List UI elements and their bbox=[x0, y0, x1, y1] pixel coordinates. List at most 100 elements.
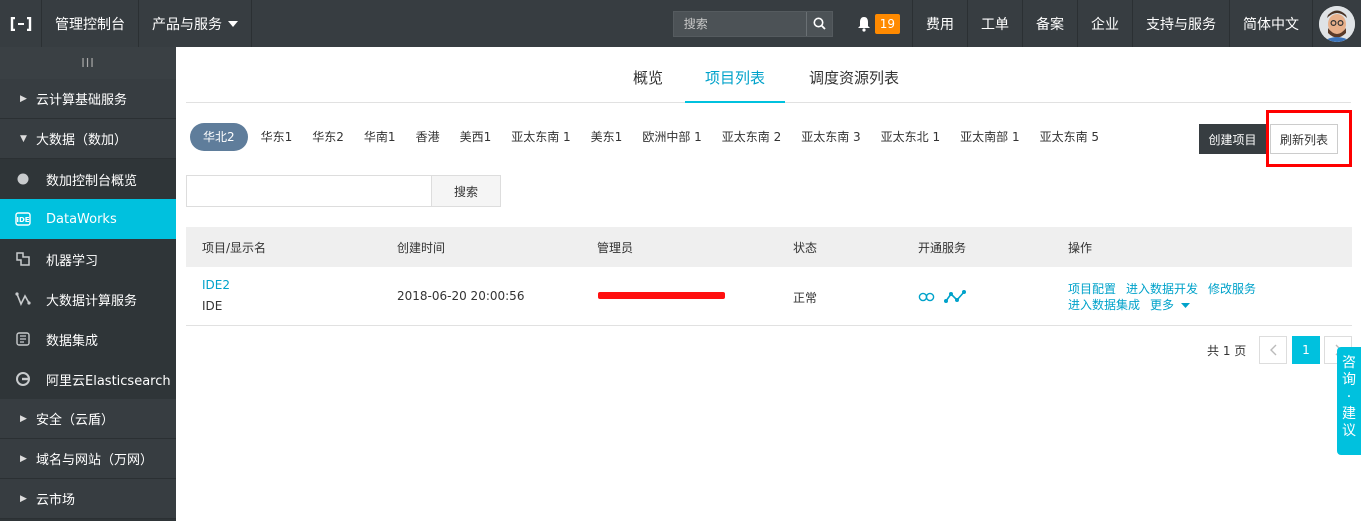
enter-data-integration-link[interactable]: 进入数据集成 bbox=[1068, 296, 1140, 313]
caret-right-icon: ▶ bbox=[20, 453, 27, 464]
consult-char: 议 bbox=[1342, 423, 1356, 439]
enter-data-dev-link[interactable]: 进入数据开发 bbox=[1126, 280, 1198, 297]
consult-char: · bbox=[1346, 389, 1352, 405]
region-tab[interactable]: 亚太东南 2 bbox=[712, 123, 791, 151]
region-tab[interactable]: 亚太南部 1 bbox=[950, 123, 1029, 151]
column-header-admin: 管理员 bbox=[597, 241, 634, 255]
sidebar-item-label: 机器学习 bbox=[46, 253, 99, 269]
global-search-input[interactable] bbox=[673, 11, 806, 36]
tab-project-list[interactable]: 项目列表 bbox=[685, 67, 786, 103]
products-menu[interactable]: 产品与服务 bbox=[139, 0, 252, 47]
project-search-button[interactable]: 搜索 bbox=[431, 175, 501, 207]
table-header: 项目/显示名 创建时间 管理员 状态 开通服务 操作 bbox=[186, 227, 1352, 267]
sidebar-group-security[interactable]: ▶ 安全（云盾） bbox=[0, 399, 176, 439]
region-tab[interactable]: 亚太东南 1 bbox=[501, 123, 580, 151]
link-chain-icon[interactable] bbox=[918, 291, 936, 303]
sidebar-group-label: 云计算基础服务 bbox=[36, 93, 128, 108]
caret-down-icon bbox=[1180, 303, 1190, 308]
region-tab[interactable]: 亚太东南 5 bbox=[1030, 123, 1109, 151]
modify-service-link[interactable]: 修改服务 bbox=[1208, 280, 1256, 297]
sidebar-item-data-integration[interactable]: 数据集成 bbox=[0, 319, 176, 359]
sidebar-group-label: 云市场 bbox=[36, 493, 76, 508]
logo-icon bbox=[10, 16, 31, 31]
sidebar-group-cloud-basic[interactable]: ▶ 云计算基础服务 bbox=[0, 79, 176, 119]
column-header-project: 项目/显示名 bbox=[202, 241, 267, 255]
tab-overview[interactable]: 概览 bbox=[633, 67, 663, 103]
sidebar-item-machine-learning[interactable]: 机器学习 bbox=[0, 239, 176, 279]
annotation-highlight-box bbox=[1266, 110, 1352, 167]
aliyun-logo[interactable] bbox=[0, 0, 42, 47]
page-number-button[interactable]: 1 bbox=[1292, 336, 1320, 364]
sidebar-item-elasticsearch[interactable]: 阿里云Elasticsearch bbox=[0, 359, 176, 399]
more-menu[interactable]: 更多 bbox=[1150, 296, 1190, 313]
project-display-name: IDE bbox=[202, 299, 223, 313]
consult-feedback-tab[interactable]: 咨 询 · 建 议 bbox=[1337, 347, 1361, 455]
region-tab[interactable]: 欧洲中部 1 bbox=[632, 123, 711, 151]
language-selector[interactable]: 简体中文 bbox=[1230, 0, 1313, 47]
tab-scheduling-resources[interactable]: 调度资源列表 bbox=[809, 67, 899, 103]
caret-down-icon bbox=[228, 20, 238, 27]
sidebar-item-overview[interactable]: 数加控制台概览 bbox=[0, 159, 176, 199]
project-name-link[interactable]: IDE2 bbox=[202, 278, 230, 292]
column-header-status: 状态 bbox=[793, 241, 818, 255]
sidebar-item-label: 数据集成 bbox=[46, 333, 99, 349]
caret-right-icon: ▶ bbox=[20, 493, 27, 504]
region-tab[interactable]: 华北2 bbox=[190, 123, 248, 151]
tab-bar: 概览 项目列表 调度资源列表 bbox=[186, 47, 1351, 103]
tickets-link[interactable]: 工单 bbox=[968, 0, 1023, 47]
caret-right-icon: ▶ bbox=[20, 93, 27, 104]
chevron-left-icon bbox=[1269, 344, 1276, 356]
sidebar: III ▶ 云计算基础服务 ▼ 大数据（数加） 数加控制台概览 IDE Data… bbox=[0, 47, 176, 521]
more-label: 更多 bbox=[1150, 298, 1175, 312]
console-home-link[interactable]: 管理控制台 bbox=[42, 0, 139, 47]
region-tab[interactable]: 亚太东北 1 bbox=[871, 123, 950, 151]
create-project-button[interactable]: 创建项目 bbox=[1199, 124, 1266, 154]
sidebar-collapse-handle[interactable]: III bbox=[0, 47, 176, 79]
region-tab[interactable]: 美西1 bbox=[450, 123, 502, 151]
prev-page-button[interactable] bbox=[1259, 336, 1287, 364]
sidebar-item-label: DataWorks bbox=[46, 211, 117, 227]
user-menu[interactable] bbox=[1313, 0, 1361, 47]
billing-link[interactable]: 费用 bbox=[913, 0, 968, 47]
sidebar-group-domains[interactable]: ▶ 域名与网站（万网） bbox=[0, 439, 176, 479]
sidebar-item-dataworks[interactable]: IDE DataWorks bbox=[0, 199, 176, 239]
circle-icon bbox=[15, 171, 31, 187]
sidebar-group-label: 大数据（数加） bbox=[36, 133, 128, 148]
consult-char: 询 bbox=[1342, 372, 1356, 388]
support-link[interactable]: 支持与服务 bbox=[1133, 0, 1230, 47]
region-tab[interactable]: 华东2 bbox=[302, 123, 354, 151]
column-header-actions: 操作 bbox=[1068, 241, 1093, 255]
project-config-link[interactable]: 项目配置 bbox=[1068, 280, 1116, 297]
notifications-button[interactable]: 19 bbox=[845, 0, 913, 47]
workflow-icon[interactable] bbox=[943, 289, 966, 305]
bell-icon bbox=[857, 16, 870, 32]
page-count-label: 共 1 页 bbox=[1207, 344, 1247, 358]
search-box bbox=[672, 10, 833, 37]
project-search-input[interactable] bbox=[186, 175, 432, 207]
ml-icon bbox=[15, 251, 31, 267]
sidebar-group-marketplace[interactable]: ▶ 云市场 bbox=[0, 479, 176, 519]
region-tab[interactable]: 华南1 bbox=[354, 123, 406, 151]
search-button[interactable] bbox=[805, 11, 832, 36]
sidebar-item-maxcompute[interactable]: 大数据计算服务 bbox=[0, 279, 176, 319]
sidebar-group-label: 域名与网站（万网） bbox=[36, 453, 154, 468]
region-tab[interactable]: 华东1 bbox=[251, 123, 303, 151]
region-tab[interactable]: 亚太东南 3 bbox=[791, 123, 870, 151]
sidebar-group-bigdata[interactable]: ▼ 大数据（数加） bbox=[0, 119, 176, 159]
table-row: IDE2 IDE 2018-06-20 20:00:56 正常 项目配置 进入数… bbox=[186, 267, 1352, 326]
region-tab[interactable]: 香港 bbox=[406, 123, 450, 151]
search-icon bbox=[813, 17, 826, 30]
consult-char: 咨 bbox=[1342, 355, 1356, 371]
redacted-admin-email bbox=[598, 292, 725, 299]
notification-count-badge: 19 bbox=[874, 13, 900, 34]
region-tab[interactable]: 美东1 bbox=[581, 123, 633, 151]
icp-filing-link[interactable]: 备案 bbox=[1023, 0, 1078, 47]
enterprise-link[interactable]: 企业 bbox=[1078, 0, 1133, 47]
status-text: 正常 bbox=[793, 291, 818, 305]
sidebar-group-label: 安全（云盾） bbox=[36, 413, 115, 428]
sidebar-item-label: 阿里云Elasticsearch bbox=[46, 373, 171, 389]
compute-icon bbox=[15, 291, 31, 307]
caret-down-icon: ▼ bbox=[20, 133, 27, 144]
sidebar-item-label: 大数据计算服务 bbox=[46, 293, 138, 309]
